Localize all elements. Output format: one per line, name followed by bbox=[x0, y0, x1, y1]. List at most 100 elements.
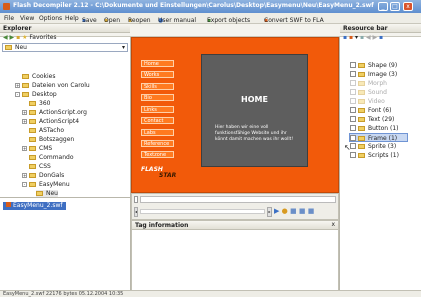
frame-track[interactable] bbox=[140, 196, 336, 203]
tree-label: ActionScript.org bbox=[39, 109, 87, 116]
nav-links-button[interactable]: Links bbox=[141, 106, 174, 113]
folder-icon bbox=[358, 99, 365, 104]
tree-label: ActionScript4 bbox=[39, 118, 80, 125]
nav-bio-button[interactable]: Bio bbox=[141, 94, 174, 101]
record-icon[interactable]: ● bbox=[282, 207, 288, 215]
grid-icon[interactable]: ▪ bbox=[379, 34, 383, 41]
back-icon[interactable]: ◀ bbox=[366, 34, 371, 41]
folder-icon bbox=[29, 155, 36, 160]
play-icon[interactable]: ▶ bbox=[274, 207, 279, 215]
nav-textzone-button[interactable]: Textzone bbox=[141, 151, 174, 158]
tree-item[interactable]: + DonGals bbox=[22, 172, 64, 180]
checkbox[interactable] bbox=[350, 143, 356, 149]
collapse-icon[interactable]: - bbox=[22, 182, 27, 187]
folder-icon bbox=[358, 72, 365, 77]
checkbox[interactable] bbox=[350, 116, 356, 122]
mouse-cursor-icon: ↖ bbox=[344, 143, 351, 152]
back-icon[interactable]: ◀ bbox=[3, 34, 8, 41]
close-icon[interactable]: x bbox=[331, 221, 335, 228]
stop-icon[interactable]: ■ bbox=[290, 207, 297, 215]
menu-help[interactable]: Help bbox=[65, 15, 79, 22]
expand-icon[interactable]: + bbox=[22, 146, 27, 151]
expand-icon[interactable]: + bbox=[22, 119, 27, 124]
resource-item-button[interactable]: Button (1) bbox=[350, 124, 399, 133]
expand-icon[interactable]: + bbox=[15, 83, 20, 88]
tree-item[interactable]: + ActionScript4 bbox=[22, 118, 79, 126]
path-dropdown[interactable]: Neu ▾ bbox=[2, 43, 128, 52]
resource-label: Frame (1) bbox=[368, 135, 398, 142]
tree-item[interactable]: Cookies bbox=[22, 73, 56, 81]
tree-item[interactable]: Commando bbox=[29, 154, 74, 162]
nav-skills-button[interactable]: Skills bbox=[141, 83, 174, 90]
explorer-panel: Explorer ◀ ▶ ▪ ★ Favorites Neu ▾ Cookies… bbox=[0, 24, 131, 198]
filter-icon[interactable]: ▪ bbox=[349, 34, 353, 41]
checkbox[interactable] bbox=[350, 125, 356, 131]
tree-item[interactable]: + ActionScript.org bbox=[22, 109, 87, 117]
tree-item[interactable]: + Dateien von Carolu bbox=[15, 82, 90, 90]
file-item-selected[interactable]: EasyMenu_2.swf bbox=[3, 202, 66, 210]
folder-icon bbox=[29, 146, 36, 151]
tree-item[interactable]: ASTacho bbox=[29, 127, 64, 135]
export-objects-label: Export objects bbox=[207, 17, 251, 24]
checkbox[interactable] bbox=[350, 71, 356, 77]
step-icon[interactable]: ■ bbox=[299, 207, 306, 215]
minimize-button[interactable]: _ bbox=[378, 2, 388, 11]
tree-item[interactable]: CSS bbox=[29, 163, 51, 171]
expand-icon[interactable]: + bbox=[22, 110, 27, 115]
tree-item[interactable]: + CMS bbox=[22, 145, 52, 153]
tree-label: Dateien von Carolu bbox=[32, 82, 90, 89]
resource-item-text[interactable]: Text (29) bbox=[350, 115, 394, 124]
refresh-icon[interactable]: ▪ bbox=[360, 34, 364, 41]
favorites-button[interactable]: Favorites bbox=[29, 34, 56, 41]
checkbox bbox=[350, 89, 356, 95]
horizontal-scrollbar[interactable] bbox=[140, 209, 265, 214]
resource-item-shape[interactable]: Shape (9) bbox=[350, 61, 397, 70]
menu-file[interactable]: File bbox=[4, 15, 14, 22]
resource-label: Button (1) bbox=[368, 125, 399, 132]
checkbox[interactable] bbox=[350, 107, 356, 113]
frame-marker[interactable] bbox=[134, 196, 138, 203]
favorites-icon: ★ bbox=[22, 34, 28, 41]
checkbox[interactable] bbox=[350, 152, 356, 158]
resource-item-frame[interactable]: Frame (1) bbox=[349, 133, 409, 142]
resource-label: Image (3) bbox=[368, 71, 398, 78]
nav-contact-button[interactable]: Contact bbox=[141, 117, 174, 124]
nav-labs-button[interactable]: Labs bbox=[141, 129, 174, 136]
tree-item[interactable]: - Desktop bbox=[15, 91, 57, 99]
tag-information-title: Tag information bbox=[135, 222, 189, 229]
checkbox[interactable] bbox=[350, 135, 356, 141]
menu-view[interactable]: View bbox=[20, 15, 34, 22]
swf-file-icon bbox=[6, 202, 11, 207]
loop-icon[interactable]: ■ bbox=[308, 207, 315, 215]
tree-item[interactable]: 360 bbox=[29, 100, 50, 108]
folder-up-icon[interactable]: ▪ bbox=[16, 34, 20, 41]
nav-home-button[interactable]: Home bbox=[141, 60, 174, 67]
nav-works-button[interactable]: Works bbox=[141, 71, 174, 78]
resource-bar-header: Resource bar bbox=[340, 24, 421, 33]
folder-icon bbox=[29, 173, 36, 178]
menu-options[interactable]: Options bbox=[39, 15, 62, 22]
sort-icon[interactable]: ▪ bbox=[343, 34, 347, 41]
close-button[interactable]: x bbox=[403, 2, 413, 11]
forward-icon[interactable]: ▶ bbox=[372, 34, 377, 41]
resource-item-sprite[interactable]: Sprite (3) bbox=[350, 142, 396, 151]
forward-icon[interactable]: ▶ bbox=[10, 34, 15, 41]
collapse-icon[interactable]: - bbox=[15, 92, 20, 97]
tree-item[interactable]: Botszaggen bbox=[29, 136, 74, 144]
tag-information-header: Tag information x bbox=[132, 221, 338, 230]
tree-item[interactable]: - EasyMenu bbox=[22, 181, 70, 189]
resource-item-image[interactable]: Image (3) bbox=[350, 70, 397, 79]
explorer-header: Explorer bbox=[0, 24, 130, 33]
scroll-left-button[interactable]: ◂ bbox=[134, 207, 138, 217]
chevron-down-icon[interactable]: ▾ bbox=[122, 44, 125, 51]
scroll-right-button[interactable]: ▸ bbox=[267, 207, 272, 217]
expand-icon[interactable]: + bbox=[22, 173, 27, 178]
window-title: Flash Decompiler 2.12 - C:\Dokumente und… bbox=[13, 2, 374, 9]
checkbox[interactable] bbox=[350, 62, 356, 68]
nav-reference-button[interactable]: Reference bbox=[141, 140, 174, 147]
folder-icon bbox=[358, 136, 365, 141]
resource-item-scripts[interactable]: Scripts (1) bbox=[350, 151, 399, 160]
maximize-button[interactable]: □ bbox=[390, 2, 400, 11]
chevron-down-icon[interactable]: ▾ bbox=[355, 34, 358, 41]
resource-item-font[interactable]: Font (6) bbox=[350, 106, 391, 115]
